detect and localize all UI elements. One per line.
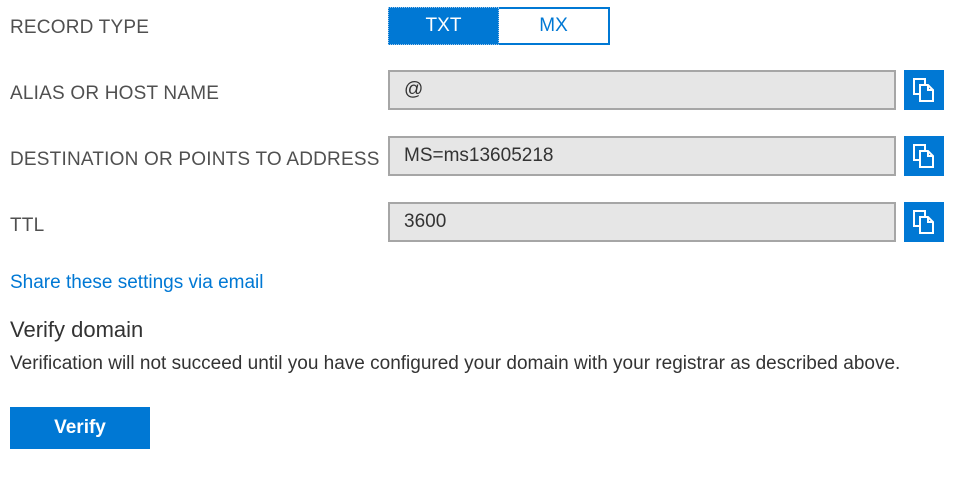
verify-button[interactable]: Verify	[10, 407, 150, 449]
record-type-toggle: TXT MX	[388, 7, 610, 45]
copy-destination-button[interactable]	[904, 136, 944, 176]
copy-icon	[913, 78, 934, 102]
destination-field[interactable]: MS=ms13605218	[388, 136, 896, 176]
alias-label: ALIAS OR HOST NAME	[10, 83, 220, 104]
copy-icon	[913, 210, 934, 234]
share-settings-link[interactable]: Share these settings via email	[10, 272, 263, 294]
alias-field[interactable]: @	[388, 70, 896, 110]
ttl-field[interactable]: 3600	[388, 202, 896, 242]
ttl-label: TTL	[10, 215, 45, 236]
record-type-option-txt[interactable]: TXT	[388, 7, 499, 45]
record-type-option-mx[interactable]: MX	[499, 7, 610, 45]
copy-icon	[913, 144, 934, 168]
copy-alias-button[interactable]	[904, 70, 944, 110]
record-type-label: RECORD TYPE	[10, 17, 150, 38]
copy-ttl-button[interactable]	[904, 202, 944, 242]
verify-description: Verification will not succeed until you …	[10, 353, 901, 374]
verify-domain-heading: Verify domain	[10, 317, 144, 342]
destination-label: DESTINATION OR POINTS TO ADDRESS	[10, 149, 380, 170]
